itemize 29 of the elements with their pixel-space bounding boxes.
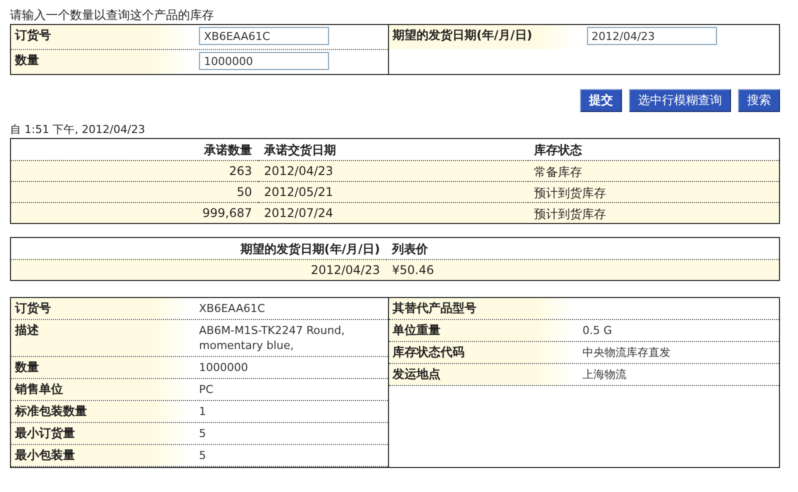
table-cell: 2012/04/23 [11, 259, 386, 280]
input-field[interactable]: 2012/04/23 [586, 27, 717, 45]
table-cell: 预计到货库存 [528, 181, 779, 202]
table-cell: 2012/04/23 [258, 160, 528, 181]
field-value: 1 [198, 404, 207, 420]
search-button[interactable]: 搜索 [738, 89, 780, 112]
table-cell: ¥50.46 [386, 259, 779, 280]
table-cell: 263 [11, 160, 258, 181]
field-value: 上海物流 [582, 367, 628, 383]
field-value: 1000000 [198, 360, 249, 376]
field-value: 5 [198, 426, 207, 442]
table-cell: 2012/05/21 [258, 181, 528, 202]
fuzzy-query-button[interactable]: 选中行模糊查询 [629, 89, 731, 112]
field-value: PC [198, 382, 214, 398]
field-value: 中央物流库存直发 [582, 345, 672, 361]
field-value: 5 [198, 448, 207, 464]
table-cell: 常备库存 [528, 160, 779, 181]
input-field[interactable]: 1000000 [199, 52, 329, 70]
field-value: 0.5 G [582, 323, 614, 339]
timestamp: 自 1:51 下午, 2012/04/23 [10, 122, 146, 138]
field-value: XB6EAA61C [198, 301, 266, 317]
table-cell: 2012/07/24 [258, 202, 528, 223]
field-value: AB6M-M1S-TK2247 Round, momentary blue, [198, 323, 346, 354]
table-cell: 999,687 [11, 202, 258, 223]
instruction-text: 请输入一个数量以查询这个产品的库存 [10, 7, 215, 24]
table-cell: 50 [11, 181, 258, 202]
table-cell: 预计到货库存 [528, 202, 779, 223]
submit-button[interactable]: 提交 [580, 89, 622, 112]
input-field[interactable]: XB6EAA61C [199, 27, 329, 45]
